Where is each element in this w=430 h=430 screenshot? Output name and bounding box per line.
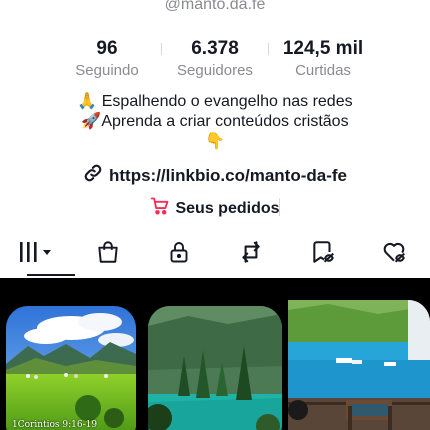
video-caption: 1Corintios 9:16-19 (12, 420, 98, 430)
video-thumbnail[interactable] (288, 278, 430, 430)
favorites-icon (310, 239, 336, 270)
likes-count: 124,5 mil (282, 38, 364, 59)
cart-icon (150, 196, 170, 221)
video-thumbnail[interactable]: 1Corintios 9:16-19 (0, 278, 142, 430)
tab-private[interactable] (143, 236, 215, 272)
active-tab-indicator (27, 274, 75, 276)
bio-link[interactable]: https://linkbio.co/manto-da-fe (0, 163, 430, 188)
video-cover-image (6, 306, 136, 430)
stat-divider (161, 43, 162, 55)
profile-stats: 96 Seguindo 6.378 Seguidores 124,5 mil C… (0, 38, 430, 81)
lock-icon (167, 239, 191, 270)
stat-followers[interactable]: 6.378 Seguidores (161, 38, 269, 81)
tab-liked[interactable] (358, 236, 430, 272)
video-thumbnail[interactable] (144, 278, 286, 430)
video-grid: 1Corintios 9:16-19 (0, 278, 430, 430)
tab-reposts[interactable] (215, 236, 287, 272)
following-count: 96 (96, 38, 118, 59)
followers-label: Seguidores (177, 62, 253, 79)
videos-grid-icon (18, 240, 54, 269)
profile-handle: @manto.da.fe (164, 0, 266, 13)
bio-line: 🚀Aprenda a criar conteúdos cristãos (81, 113, 349, 130)
bio-line: 🙏 Espalhendo o evangelho nas redes (77, 93, 353, 110)
link-icon (83, 163, 103, 188)
repost-icon (238, 239, 264, 270)
orders-divider (279, 198, 280, 216)
tab-videos[interactable] (0, 236, 75, 276)
tab-favorites[interactable] (287, 236, 359, 272)
profile-bio: 🙏 Espalhendo o evangelho nas redes 🚀Apre… (0, 92, 430, 152)
stat-likes[interactable]: 124,5 mil Curtidas (269, 38, 377, 81)
likes-label: Curtidas (295, 62, 351, 79)
stat-following[interactable]: 96 Seguindo (53, 38, 161, 81)
video-cover-image (148, 306, 282, 430)
video-cover-image (288, 300, 430, 430)
orders-label: Seus pedidos (175, 199, 280, 217)
liked-icon (381, 239, 407, 270)
bio-line: 👇 (205, 133, 225, 150)
followers-count: 6.378 (191, 38, 239, 59)
shopping-bag-icon (95, 239, 121, 270)
orders-button[interactable]: Seus pedidos (0, 196, 430, 221)
following-label: Seguindo (75, 62, 139, 79)
bio-link-text: https://linkbio.co/manto-da-fe (109, 165, 347, 185)
tab-shop[interactable] (72, 236, 144, 272)
profile-tabs (0, 236, 430, 278)
